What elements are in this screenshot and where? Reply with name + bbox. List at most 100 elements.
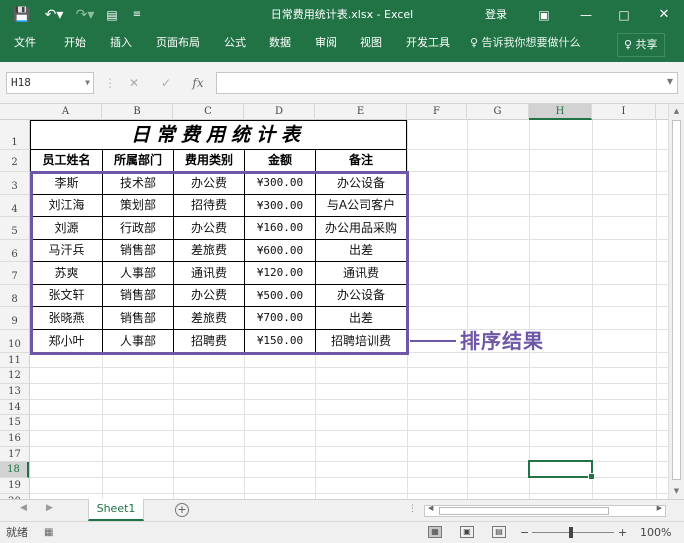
row-header-18[interactable]: 18 xyxy=(0,462,29,478)
header-name[interactable]: 员工姓名 xyxy=(31,150,102,171)
page-layout-view-icon[interactable]: ▣ xyxy=(460,526,474,538)
chevron-down-icon[interactable]: ▼ xyxy=(85,73,90,93)
tab-developer[interactable]: 开发工具 xyxy=(406,30,450,56)
table-title[interactable]: 日常费用统计表 xyxy=(31,121,406,149)
share-button[interactable]: ♀ 共享 xyxy=(617,33,665,57)
row-header-1[interactable]: 1 xyxy=(0,120,29,150)
active-cell-h18[interactable] xyxy=(528,460,595,480)
minimize-icon[interactable]: — xyxy=(574,0,598,30)
worksheet-grid[interactable]: 日常费用统计表 员工姓名 所属部门 费用类别 金额 备注 李斯 技术部 办公费 … xyxy=(30,120,668,499)
zoom-out-button[interactable]: − xyxy=(520,522,529,543)
row-header-19[interactable]: 19 xyxy=(0,478,29,494)
scroll-thumb[interactable] xyxy=(439,507,609,515)
column-headers: A B C D E F G H I xyxy=(0,104,668,120)
row-header-17[interactable]: 17 xyxy=(0,447,29,462)
add-sheet-icon[interactable]: + xyxy=(175,503,189,517)
row-header-12[interactable]: 12 xyxy=(0,368,29,384)
scroll-down-icon[interactable]: ▼ xyxy=(669,484,684,498)
row-headers: 1 2 3 4 5 6 7 8 9 10 11 12 13 14 15 16 1… xyxy=(0,120,30,499)
zoom-slider[interactable] xyxy=(532,532,614,533)
zoom-slider-knob[interactable] xyxy=(569,527,573,538)
header-amount[interactable]: 金额 xyxy=(245,150,315,171)
tab-formulas[interactable]: 公式 xyxy=(224,30,246,56)
vertical-scrollbar[interactable]: ▲ ▼ xyxy=(668,104,684,499)
title-bar: 💾 ↶▾ ↷▾ ▤ ≡ 日常费用统计表.xlsx - Excel 登录 ▣ — … xyxy=(0,0,684,30)
tab-view[interactable]: 视图 xyxy=(360,30,382,56)
column-header-f[interactable]: F xyxy=(407,104,467,120)
header-department[interactable]: 所属部门 xyxy=(103,150,173,171)
row-header-5[interactable]: 5 xyxy=(0,217,29,240)
sheet-tab-sheet1[interactable]: Sheet1 xyxy=(88,499,144,521)
tab-home[interactable]: 开始 xyxy=(64,30,86,56)
column-header-b[interactable]: B xyxy=(102,104,173,120)
status-bar: 就绪 ▦ ▦ ▣ ▤ − + 100% xyxy=(0,521,684,543)
tab-review[interactable]: 审阅 xyxy=(315,30,337,56)
sheet-tabs-bar: ◀ ▶ Sheet1 + ⋮ ◀ ▶ xyxy=(0,499,684,521)
ribbon-display-icon[interactable]: ▣ xyxy=(532,0,556,30)
page-break-view-icon[interactable]: ▤ xyxy=(492,526,506,538)
column-header-g[interactable]: G xyxy=(467,104,529,120)
row-header-7[interactable]: 7 xyxy=(0,262,29,285)
scroll-right-icon[interactable]: ▶ xyxy=(657,504,662,512)
gridline xyxy=(30,367,668,368)
login-link[interactable]: 登录 xyxy=(480,0,512,30)
name-box[interactable]: H18 ▼ xyxy=(6,72,94,94)
close-icon[interactable]: ✕ xyxy=(652,0,676,30)
header-category[interactable]: 费用类别 xyxy=(174,150,244,171)
maximize-icon[interactable]: □ xyxy=(612,0,636,30)
annotation-label: 排序结果 xyxy=(460,329,544,353)
row-header-15[interactable]: 15 xyxy=(0,415,29,431)
scroll-thumb[interactable] xyxy=(672,120,681,480)
annotation-line xyxy=(410,340,456,342)
column-header-d[interactable]: D xyxy=(244,104,315,120)
row-header-2[interactable]: 2 xyxy=(0,150,29,172)
enter-icon[interactable]: ✓ xyxy=(156,72,176,94)
gridline xyxy=(30,399,668,400)
status-mode: 就绪 xyxy=(6,526,28,539)
chevron-down-icon[interactable]: ▼ xyxy=(667,77,673,86)
row-header-4[interactable]: 4 xyxy=(0,195,29,217)
row-header-16[interactable]: 16 xyxy=(0,431,29,447)
scroll-left-icon[interactable]: ◀ xyxy=(428,504,433,512)
tab-page-layout[interactable]: 页面布局 xyxy=(156,30,200,56)
tab-file[interactable]: 文件 xyxy=(14,30,36,56)
column-header-a[interactable]: A xyxy=(30,104,102,120)
row-header-10[interactable]: 10 xyxy=(0,330,29,353)
gridline xyxy=(30,446,668,447)
row-header-6[interactable]: 6 xyxy=(0,240,29,262)
cancel-icon[interactable]: ✕ xyxy=(124,72,144,94)
scroll-up-icon[interactable]: ▲ xyxy=(669,104,684,118)
formula-bar-area: H18 ▼ ⋮ ✕ ✓ fx ▼ xyxy=(0,62,684,104)
column-header-c[interactable]: C xyxy=(173,104,244,120)
gridline xyxy=(30,383,668,384)
tab-split-handle[interactable]: ⋮ xyxy=(408,504,417,514)
row-header-8[interactable]: 8 xyxy=(0,285,29,307)
column-header-i[interactable]: I xyxy=(592,104,656,120)
formula-input[interactable]: ▼ xyxy=(216,72,678,94)
next-sheet-icon[interactable]: ▶ xyxy=(46,503,53,513)
column-header-h[interactable]: H xyxy=(529,104,592,120)
gridline xyxy=(30,430,668,431)
row-header-11[interactable]: 11 xyxy=(0,353,29,368)
gridline xyxy=(30,414,668,415)
insert-function-icon[interactable]: fx xyxy=(188,72,208,94)
zoom-in-button[interactable]: + xyxy=(618,522,627,543)
gridline xyxy=(467,120,468,499)
macro-record-icon[interactable]: ▦ xyxy=(44,522,53,543)
horizontal-scrollbar[interactable]: ◀ ▶ xyxy=(424,504,666,517)
tab-insert[interactable]: 插入 xyxy=(110,30,132,56)
normal-view-icon[interactable]: ▦ xyxy=(428,526,442,538)
name-box-value: H18 xyxy=(11,76,31,89)
row-header-14[interactable]: 14 xyxy=(0,400,29,415)
sort-result-highlight xyxy=(30,171,409,355)
row-header-3[interactable]: 3 xyxy=(0,172,29,195)
header-remarks[interactable]: 备注 xyxy=(316,150,406,171)
row-header-9[interactable]: 9 xyxy=(0,307,29,330)
row-header-13[interactable]: 13 xyxy=(0,384,29,400)
column-header-e[interactable]: E xyxy=(315,104,407,120)
prev-sheet-icon[interactable]: ◀ xyxy=(20,503,27,513)
tab-data[interactable]: 数据 xyxy=(269,30,291,56)
tell-me-search[interactable]: ♀ 告诉我你想要做什么 xyxy=(470,30,581,56)
gridline xyxy=(30,493,668,494)
zoom-level[interactable]: 100% xyxy=(640,522,671,543)
